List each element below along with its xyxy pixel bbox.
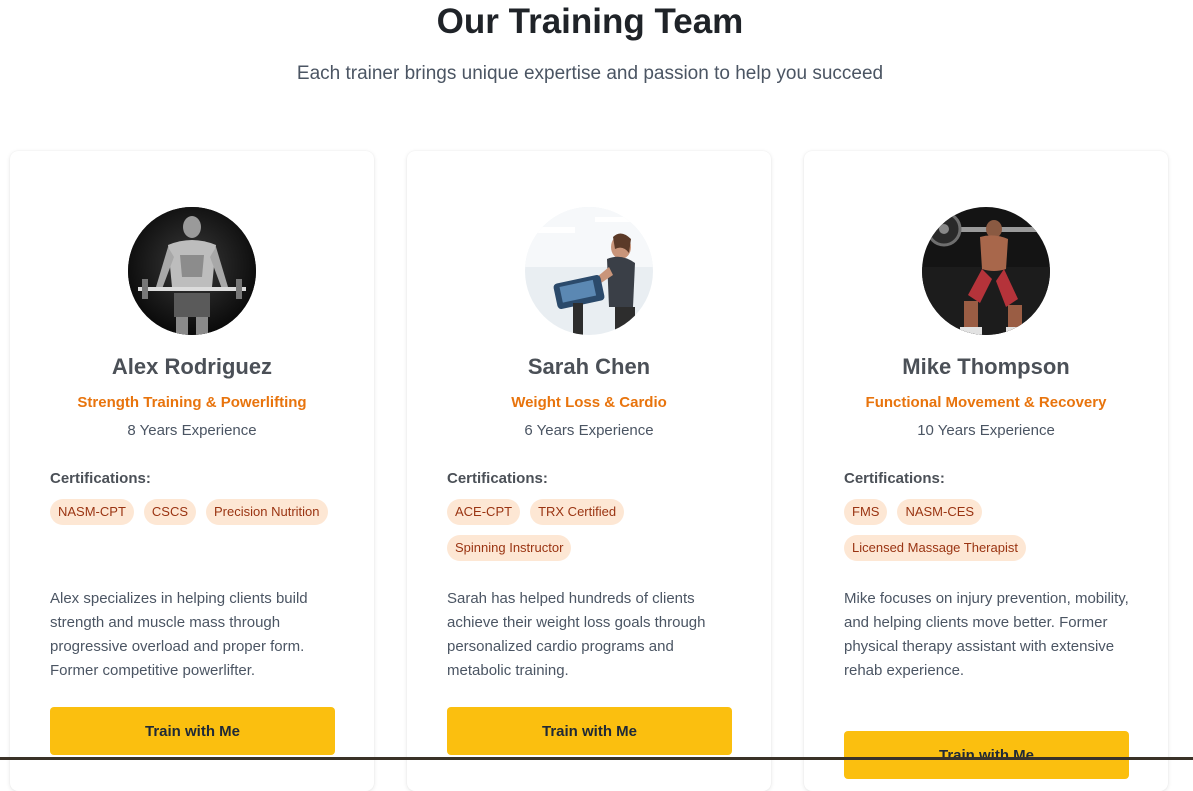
certifications-list: NASM-CPT CSCS Precision Nutrition bbox=[50, 499, 340, 525]
certification-badge: CSCS bbox=[143, 499, 197, 525]
trainer-bio: Alex specializes in helping clients buil… bbox=[50, 590, 308, 679]
trainer-specialty: Weight Loss & Cardio bbox=[511, 394, 667, 411]
certifications-list: FMS NASM-CES Licensed Massage Therapist bbox=[844, 499, 1134, 561]
trainer-card-alex: Alex Rodriguez Strength Training & Power… bbox=[10, 151, 374, 791]
trainer-bio: Mike focuses on injury prevention, mobil… bbox=[844, 590, 1129, 679]
trainer-card-mike: Mike Thompson Functional Movement & Reco… bbox=[804, 151, 1168, 791]
trainer-card-sarah: Sarah Chen Weight Loss & Cardio 6 Years … bbox=[407, 151, 771, 791]
trainer-photo bbox=[922, 207, 1050, 335]
certification-badge: NASM-CPT bbox=[50, 499, 134, 525]
certification-badge: Spinning Instructor bbox=[447, 535, 572, 561]
certification-badge: FMS bbox=[844, 499, 888, 525]
certification-badge: TRX Certified bbox=[530, 499, 625, 525]
trainer-photo bbox=[128, 207, 256, 335]
certification-badge: ACE-CPT bbox=[447, 499, 521, 525]
certifications-label: Certifications: bbox=[447, 470, 548, 487]
page-subtitle: Each trainer brings unique expertise and… bbox=[296, 63, 884, 84]
trainer-photo bbox=[525, 207, 653, 335]
certification-badge: Precision Nutrition bbox=[206, 499, 328, 525]
certifications-list: ACE-CPT TRX Certified Spinning Instructo… bbox=[447, 499, 737, 561]
trainer-name: Alex Rodriguez bbox=[111, 354, 273, 379]
trainer-bio: Sarah has helped hundreds of clients ach… bbox=[447, 590, 706, 679]
trainer-specialty: Strength Training & Powerlifting bbox=[77, 394, 307, 411]
trainer-experience: 8 Years Experience bbox=[127, 422, 257, 439]
certifications-label: Certifications: bbox=[50, 470, 151, 487]
certification-badge: NASM-CES bbox=[897, 499, 983, 525]
trainer-experience: 6 Years Experience bbox=[524, 422, 654, 439]
train-with-me-button[interactable]: Train with Me bbox=[447, 707, 732, 755]
certification-badge: Licensed Massage Therapist bbox=[844, 535, 1026, 561]
trainer-name: Sarah Chen bbox=[527, 354, 651, 379]
trainer-experience: 10 Years Experience bbox=[917, 422, 1055, 439]
trainer-specialty: Functional Movement & Recovery bbox=[865, 394, 1107, 411]
certifications-label: Certifications: bbox=[844, 470, 945, 487]
train-with-me-button[interactable]: Train with Me bbox=[844, 731, 1129, 779]
trainer-name: Mike Thompson bbox=[902, 354, 1070, 379]
train-with-me-button[interactable]: Train with Me bbox=[50, 707, 335, 755]
page-title: Our Training Team bbox=[436, 2, 744, 41]
